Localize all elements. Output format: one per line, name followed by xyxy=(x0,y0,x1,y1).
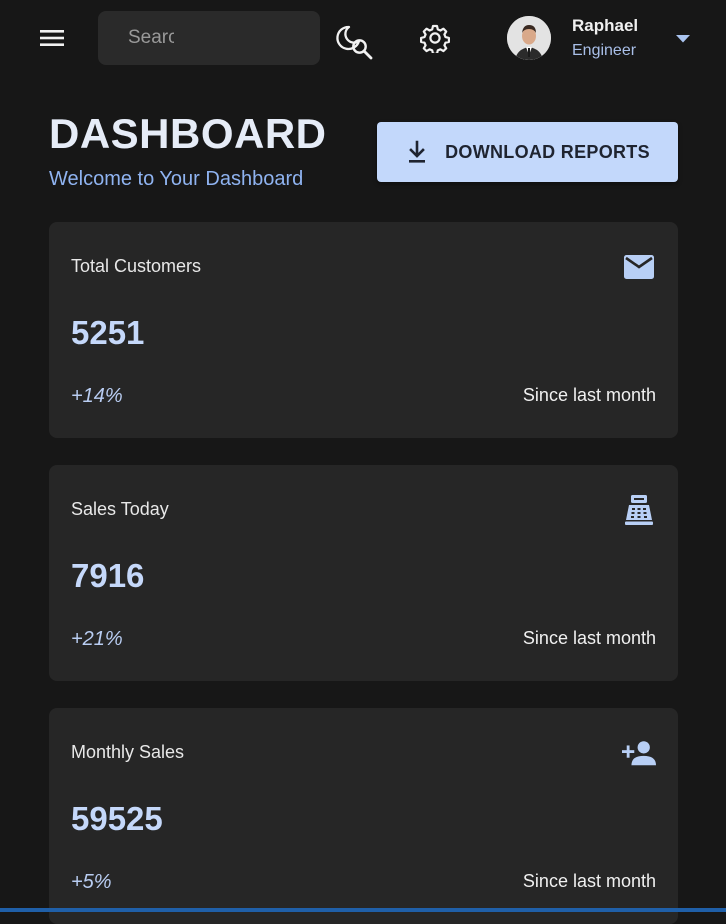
avatar[interactable] xyxy=(507,16,551,60)
card-note: Since last month xyxy=(522,628,656,648)
card-title: Total Customers xyxy=(71,256,202,276)
search-input[interactable] xyxy=(128,25,174,51)
page-title: DASHBOARD xyxy=(49,110,327,157)
card-change: +14% xyxy=(71,385,123,407)
user-role: Engineer xyxy=(572,42,637,59)
menu-icon[interactable] xyxy=(36,22,68,54)
stat-card-sales-today: Sales Today 7916 +21% Since last month xyxy=(49,465,678,681)
person-add-icon xyxy=(622,736,656,770)
search-box xyxy=(98,11,373,65)
email-icon xyxy=(622,250,656,284)
card-change: +5% xyxy=(71,871,112,893)
card-note: Since last month xyxy=(522,871,656,891)
download-icon xyxy=(405,140,429,164)
card-change: +21% xyxy=(71,628,123,650)
top-bar: Raphael Engineer xyxy=(0,0,726,76)
stat-card-monthly-sales: Monthly Sales 59525 +5% Since last month xyxy=(49,708,678,924)
download-reports-button[interactable]: DOWNLOAD REPORTS xyxy=(377,122,678,182)
bottom-edge-bar xyxy=(0,908,726,912)
stat-card-total-customers: Total Customers 5251 +14% Since last mon… xyxy=(49,222,678,438)
card-value: 5251 xyxy=(71,314,145,351)
download-reports-label: DOWNLOAD REPORTS xyxy=(445,141,650,162)
card-value: 7916 xyxy=(71,557,145,594)
gear-icon[interactable] xyxy=(419,22,451,54)
card-title: Sales Today xyxy=(71,499,169,519)
page-subtitle: Welcome to Your Dashboard xyxy=(49,168,304,190)
point-of-sale-icon xyxy=(622,493,656,527)
dark-mode-icon[interactable] xyxy=(332,22,364,54)
chevron-down-icon[interactable] xyxy=(670,26,696,52)
card-title: Monthly Sales xyxy=(71,742,185,762)
user-name: Raphael xyxy=(572,16,639,35)
card-note: Since last month xyxy=(522,385,656,405)
card-value: 59525 xyxy=(71,800,163,837)
